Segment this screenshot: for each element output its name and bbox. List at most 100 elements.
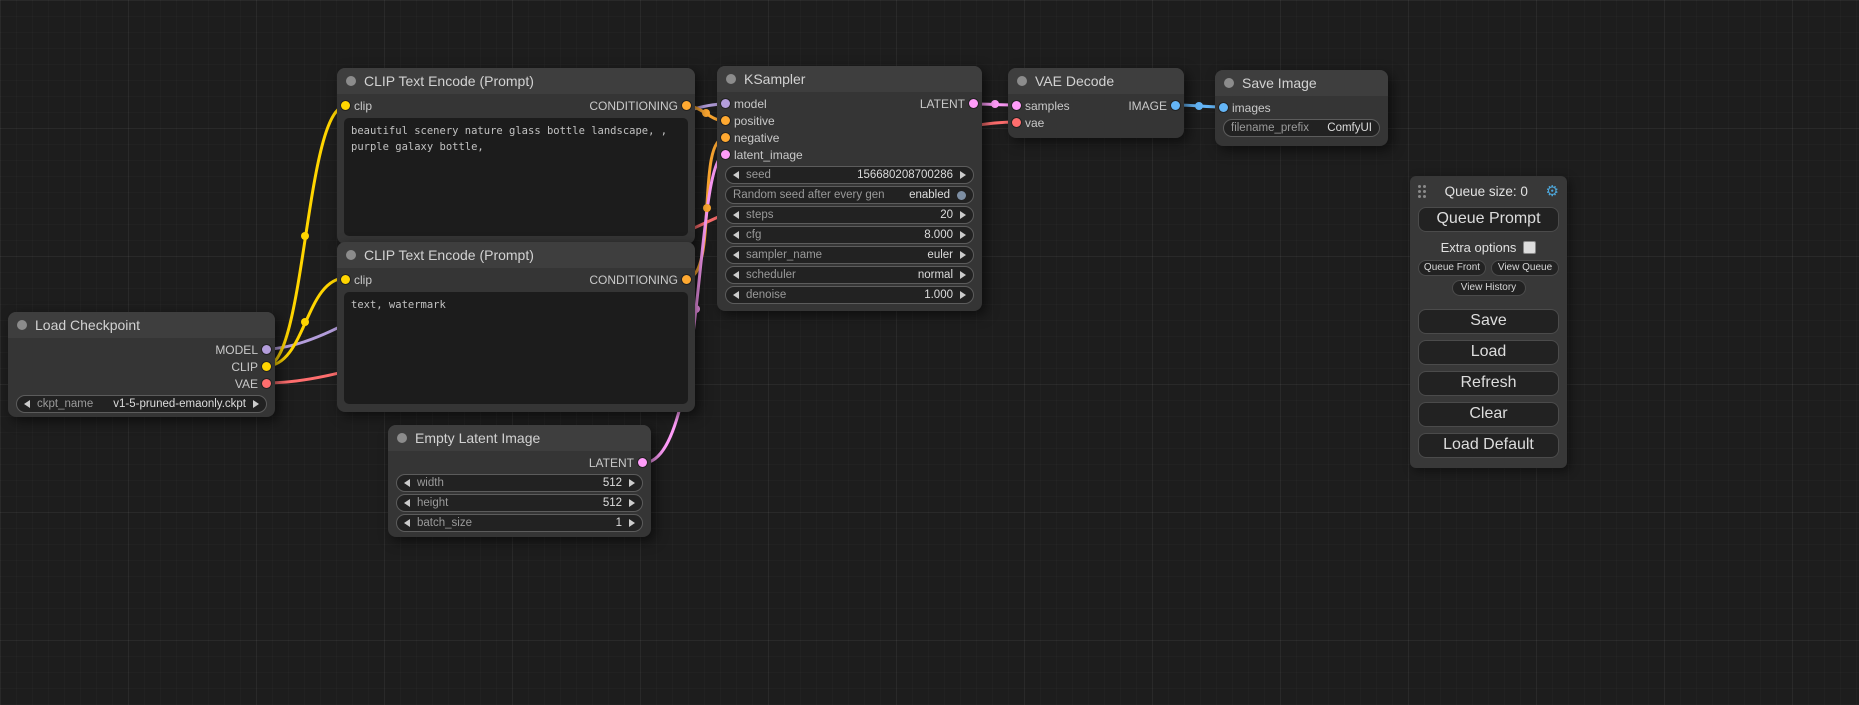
slot-label: clip: [354, 273, 372, 287]
decrement-arrow-icon[interactable]: [733, 251, 739, 259]
conditioning-output-dot[interactable]: [682, 275, 691, 284]
clip-input-dot[interactable]: [341, 101, 350, 110]
node-clip-text-encode-negative[interactable]: CLIP Text Encode (Prompt) clip CONDITION…: [337, 242, 695, 412]
drag-handle-icon[interactable]: [1418, 184, 1427, 198]
decrement-arrow-icon[interactable]: [404, 479, 410, 487]
increment-arrow-icon[interactable]: [253, 400, 259, 408]
node-ksampler[interactable]: KSampler model LATENT positive negative …: [717, 66, 982, 311]
queue-prompt-button[interactable]: Queue Prompt: [1418, 207, 1559, 232]
increment-arrow-icon[interactable]: [960, 251, 966, 259]
node-empty-latent-image[interactable]: Empty Latent Image LATENT width 512 heig…: [388, 425, 651, 537]
node-graph-canvas[interactable]: Load Checkpoint MODEL CLIP VAE ckpt_name…: [0, 0, 1859, 705]
prompt-text-area[interactable]: beautiful scenery nature glass bottle la…: [344, 118, 688, 236]
positive-input-dot[interactable]: [721, 116, 730, 125]
load-default-button[interactable]: Load Default: [1418, 433, 1559, 458]
collapse-dot-icon[interactable]: [1017, 76, 1027, 86]
samples-input-dot[interactable]: [1012, 101, 1021, 110]
denoise-widget[interactable]: denoise 1.000: [725, 286, 974, 304]
widget-label: cfg: [746, 229, 761, 241]
clip-output-dot[interactable]: [262, 362, 271, 371]
node-titlebar[interactable]: KSampler: [717, 66, 982, 92]
node-clip-text-encode-positive[interactable]: CLIP Text Encode (Prompt) clip CONDITION…: [337, 68, 695, 244]
steps-widget[interactable]: steps 20: [725, 206, 974, 224]
collapse-dot-icon[interactable]: [1224, 78, 1234, 88]
latent-output-dot[interactable]: [638, 458, 647, 467]
toggle-knob-icon[interactable]: [957, 191, 966, 200]
increment-arrow-icon[interactable]: [960, 231, 966, 239]
image-output-dot[interactable]: [1171, 101, 1180, 110]
queue-size-label: Queue size: 0: [1427, 184, 1546, 199]
node-titlebar[interactable]: Load Checkpoint: [8, 312, 275, 338]
output-slot-vae: VAE: [8, 375, 275, 392]
clip-input-dot[interactable]: [341, 275, 350, 284]
model-output-dot[interactable]: [262, 345, 271, 354]
random-seed-toggle-widget[interactable]: Random seed after every gen enabled: [725, 186, 974, 204]
widget-label: denoise: [746, 289, 786, 301]
queue-panel: Queue size: 0 ⚙ Queue Prompt Extra optio…: [1410, 176, 1567, 468]
settings-gear-icon[interactable]: ⚙: [1546, 184, 1559, 199]
model-input-dot[interactable]: [721, 99, 730, 108]
negative-input-dot[interactable]: [721, 133, 730, 142]
node-title: Empty Latent Image: [415, 430, 540, 446]
collapse-dot-icon[interactable]: [17, 320, 27, 330]
images-input-dot[interactable]: [1219, 103, 1228, 112]
increment-arrow-icon[interactable]: [629, 499, 635, 507]
decrement-arrow-icon[interactable]: [24, 400, 30, 408]
filename-prefix-widget[interactable]: filename_prefix ComfyUI: [1223, 119, 1380, 137]
increment-arrow-icon[interactable]: [960, 171, 966, 179]
extra-options-checkbox[interactable]: [1523, 241, 1536, 254]
decrement-arrow-icon[interactable]: [733, 291, 739, 299]
node-vae-decode[interactable]: VAE Decode samples IMAGE vae: [1008, 68, 1184, 138]
collapse-dot-icon[interactable]: [346, 250, 356, 260]
cfg-widget[interactable]: cfg 8.000: [725, 226, 974, 244]
batch-size-widget[interactable]: batch_size 1: [396, 514, 643, 532]
increment-arrow-icon[interactable]: [960, 291, 966, 299]
node-title: KSampler: [744, 71, 805, 87]
clear-button[interactable]: Clear: [1418, 402, 1559, 427]
node-titlebar[interactable]: CLIP Text Encode (Prompt): [337, 242, 695, 268]
prompt-text-area[interactable]: text, watermark: [344, 292, 688, 404]
latent-output-dot[interactable]: [969, 99, 978, 108]
scheduler-widget[interactable]: scheduler normal: [725, 266, 974, 284]
view-queue-button[interactable]: View Queue: [1491, 260, 1559, 276]
node-titlebar[interactable]: Save Image: [1215, 70, 1388, 96]
node-title: Load Checkpoint: [35, 317, 140, 333]
load-button[interactable]: Load: [1418, 340, 1559, 365]
decrement-arrow-icon[interactable]: [733, 271, 739, 279]
increment-arrow-icon[interactable]: [629, 479, 635, 487]
node-titlebar[interactable]: CLIP Text Encode (Prompt): [337, 68, 695, 94]
decrement-arrow-icon[interactable]: [733, 231, 739, 239]
width-widget[interactable]: width 512: [396, 474, 643, 492]
decrement-arrow-icon[interactable]: [733, 171, 739, 179]
decrement-arrow-icon[interactable]: [404, 499, 410, 507]
refresh-button[interactable]: Refresh: [1418, 371, 1559, 396]
decrement-arrow-icon[interactable]: [404, 519, 410, 527]
seed-widget[interactable]: seed 156680208700286: [725, 166, 974, 184]
ckpt-name-widget[interactable]: ckpt_name v1-5-pruned-emaonly.ckpt: [16, 395, 267, 413]
collapse-dot-icon[interactable]: [726, 74, 736, 84]
node-title: CLIP Text Encode (Prompt): [364, 247, 534, 263]
save-button[interactable]: Save: [1418, 309, 1559, 334]
collapse-dot-icon[interactable]: [397, 433, 407, 443]
vae-input-dot[interactable]: [1012, 118, 1021, 127]
decrement-arrow-icon[interactable]: [733, 211, 739, 219]
collapse-dot-icon[interactable]: [346, 76, 356, 86]
queue-front-button[interactable]: Queue Front: [1418, 260, 1486, 276]
node-load-checkpoint[interactable]: Load Checkpoint MODEL CLIP VAE ckpt_name…: [8, 312, 275, 417]
slot-label: samples: [1025, 99, 1070, 113]
node-save-image[interactable]: Save Image images filename_prefix ComfyU…: [1215, 70, 1388, 146]
height-widget[interactable]: height 512: [396, 494, 643, 512]
output-slot-clip: CLIP: [8, 358, 275, 375]
vae-output-dot[interactable]: [262, 379, 271, 388]
latent-image-input-dot[interactable]: [721, 150, 730, 159]
widget-label: batch_size: [417, 517, 472, 529]
widget-value: euler: [927, 249, 953, 261]
increment-arrow-icon[interactable]: [960, 211, 966, 219]
sampler-name-widget[interactable]: sampler_name euler: [725, 246, 974, 264]
node-titlebar[interactable]: Empty Latent Image: [388, 425, 651, 451]
view-history-button[interactable]: View History: [1452, 280, 1526, 296]
conditioning-output-dot[interactable]: [682, 101, 691, 110]
increment-arrow-icon[interactable]: [960, 271, 966, 279]
increment-arrow-icon[interactable]: [629, 519, 635, 527]
node-titlebar[interactable]: VAE Decode: [1008, 68, 1184, 94]
